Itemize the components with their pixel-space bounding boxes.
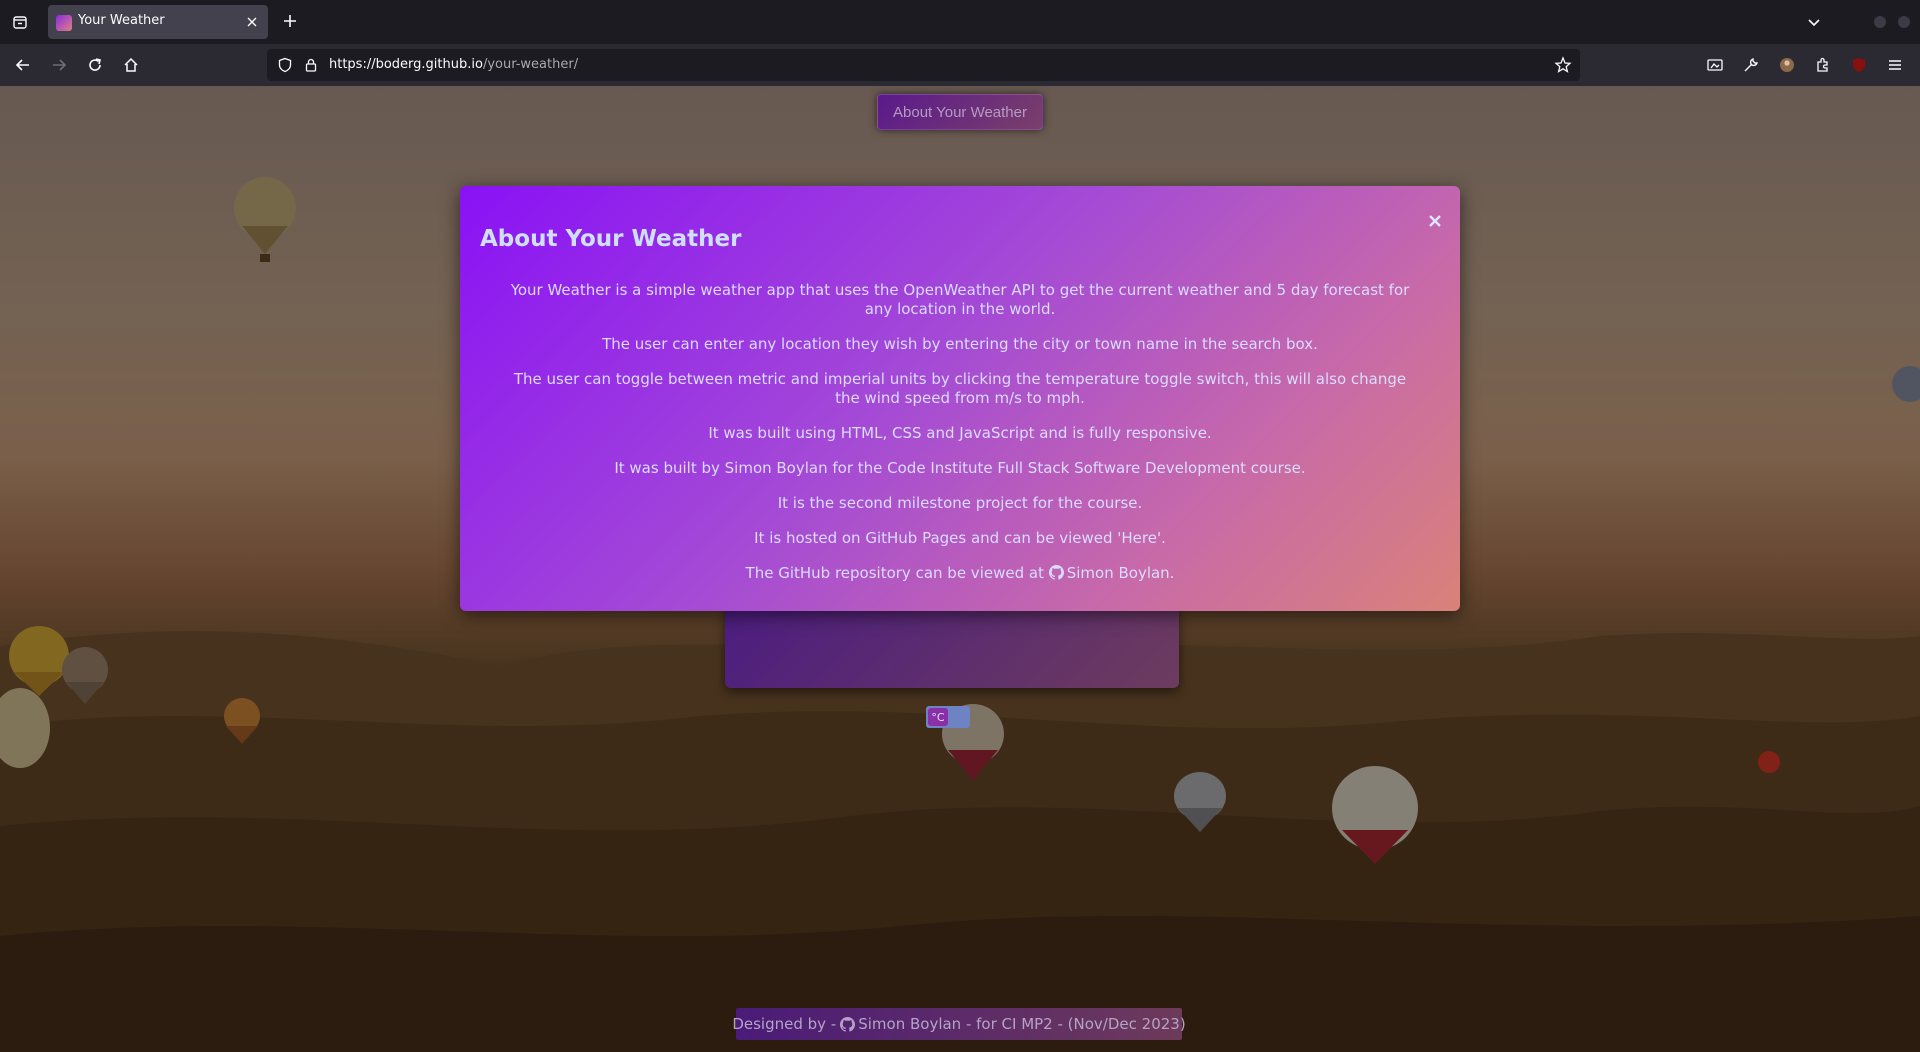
celsius-knob: °C <box>928 708 948 726</box>
footer-suffix: - for CI MP2 - (Nov/Dec 2023) <box>961 1015 1186 1033</box>
reload-icon[interactable] <box>84 54 106 76</box>
temperature-toggle-switch[interactable]: °C <box>926 706 970 728</box>
modal-paragraph: It is the second milestone project for t… <box>777 494 1143 512</box>
url-host: https://boderg.github.io <box>329 57 483 72</box>
close-window-button[interactable] <box>1898 16 1910 28</box>
browser-tab-bar: Your Weather <box>0 0 1920 44</box>
forward-arrow-icon[interactable] <box>48 54 70 76</box>
modal-paragraph-repo: The GitHub repository can be viewed at S… <box>500 564 1420 583</box>
about-modal: About Your Weather Your Weather is a sim… <box>460 186 1460 611</box>
url-path: /your-weather/ <box>482 57 579 72</box>
tab-overview-icon[interactable] <box>8 10 32 34</box>
footer-name: Simon Boylan <box>858 1015 962 1033</box>
hamburger-menu-icon[interactable] <box>1884 54 1906 76</box>
github-icon <box>840 1016 856 1032</box>
modal-paragraph-hosting: It is hosted on GitHub Pages and can be … <box>754 529 1166 547</box>
footer-github-link[interactable]: Simon Boylan <box>840 1015 961 1033</box>
footer-prefix: Designed by - <box>732 1015 837 1033</box>
browser-toolbar: https://boderg.github.io/your-weather/ <box>0 44 1920 86</box>
modal-paragraph: The user can toggle between metric and i… <box>513 370 1407 407</box>
modal-paragraph: Your Weather is a simple weather app tha… <box>510 281 1410 318</box>
repo-link-text: Simon Boylan. <box>1066 564 1175 582</box>
home-icon[interactable] <box>120 54 142 76</box>
favicon-icon <box>56 15 72 31</box>
modal-body: Your Weather is a simple weather app tha… <box>500 281 1420 599</box>
wrench-icon[interactable] <box>1740 54 1762 76</box>
ublock-origin-icon[interactable] <box>1848 54 1870 76</box>
modal-title: About Your Weather <box>480 226 742 252</box>
new-tab-icon[interactable] <box>280 11 300 31</box>
weather-search-card: °C <box>725 606 1179 728</box>
profile-avatar-icon[interactable] <box>1776 54 1798 76</box>
extensions-puzzle-icon[interactable] <box>1812 54 1834 76</box>
tab-your-weather[interactable]: Your Weather <box>48 5 268 39</box>
address-bar[interactable]: https://boderg.github.io/your-weather/ <box>267 49 1580 81</box>
modal-paragraph: It was built by Simon Boylan for the Cod… <box>614 459 1306 477</box>
back-arrow-icon[interactable] <box>12 54 34 76</box>
screenshot-icon[interactable] <box>1704 54 1726 76</box>
modal-paragraph: It was built using HTML, CSS and JavaScr… <box>708 424 1212 442</box>
shield-icon[interactable] <box>277 57 293 73</box>
url-text[interactable]: https://boderg.github.io/your-weather/ <box>329 57 578 72</box>
github-repo-link[interactable]: Simon Boylan. <box>1048 564 1175 582</box>
about-your-weather-button[interactable]: About Your Weather <box>877 94 1043 130</box>
github-icon <box>1048 565 1064 580</box>
close-icon[interactable] <box>1426 212 1444 230</box>
modal-paragraph: The user can enter any location they wis… <box>602 335 1318 353</box>
repo-prefix: The GitHub repository can be viewed at <box>745 564 1049 582</box>
tab-title: Your Weather <box>78 13 165 28</box>
lock-icon[interactable] <box>303 57 319 73</box>
page-viewport: About Your Weather °C About Your Weather… <box>0 86 1920 1052</box>
page-footer: Designed by - Simon Boylan - for CI MP2 … <box>732 1008 1186 1040</box>
minimize-button[interactable] <box>1874 16 1886 28</box>
bookmark-star-icon[interactable] <box>1554 56 1572 74</box>
tab-close-icon[interactable] <box>244 14 260 30</box>
list-all-tabs-icon[interactable] <box>1804 12 1824 32</box>
